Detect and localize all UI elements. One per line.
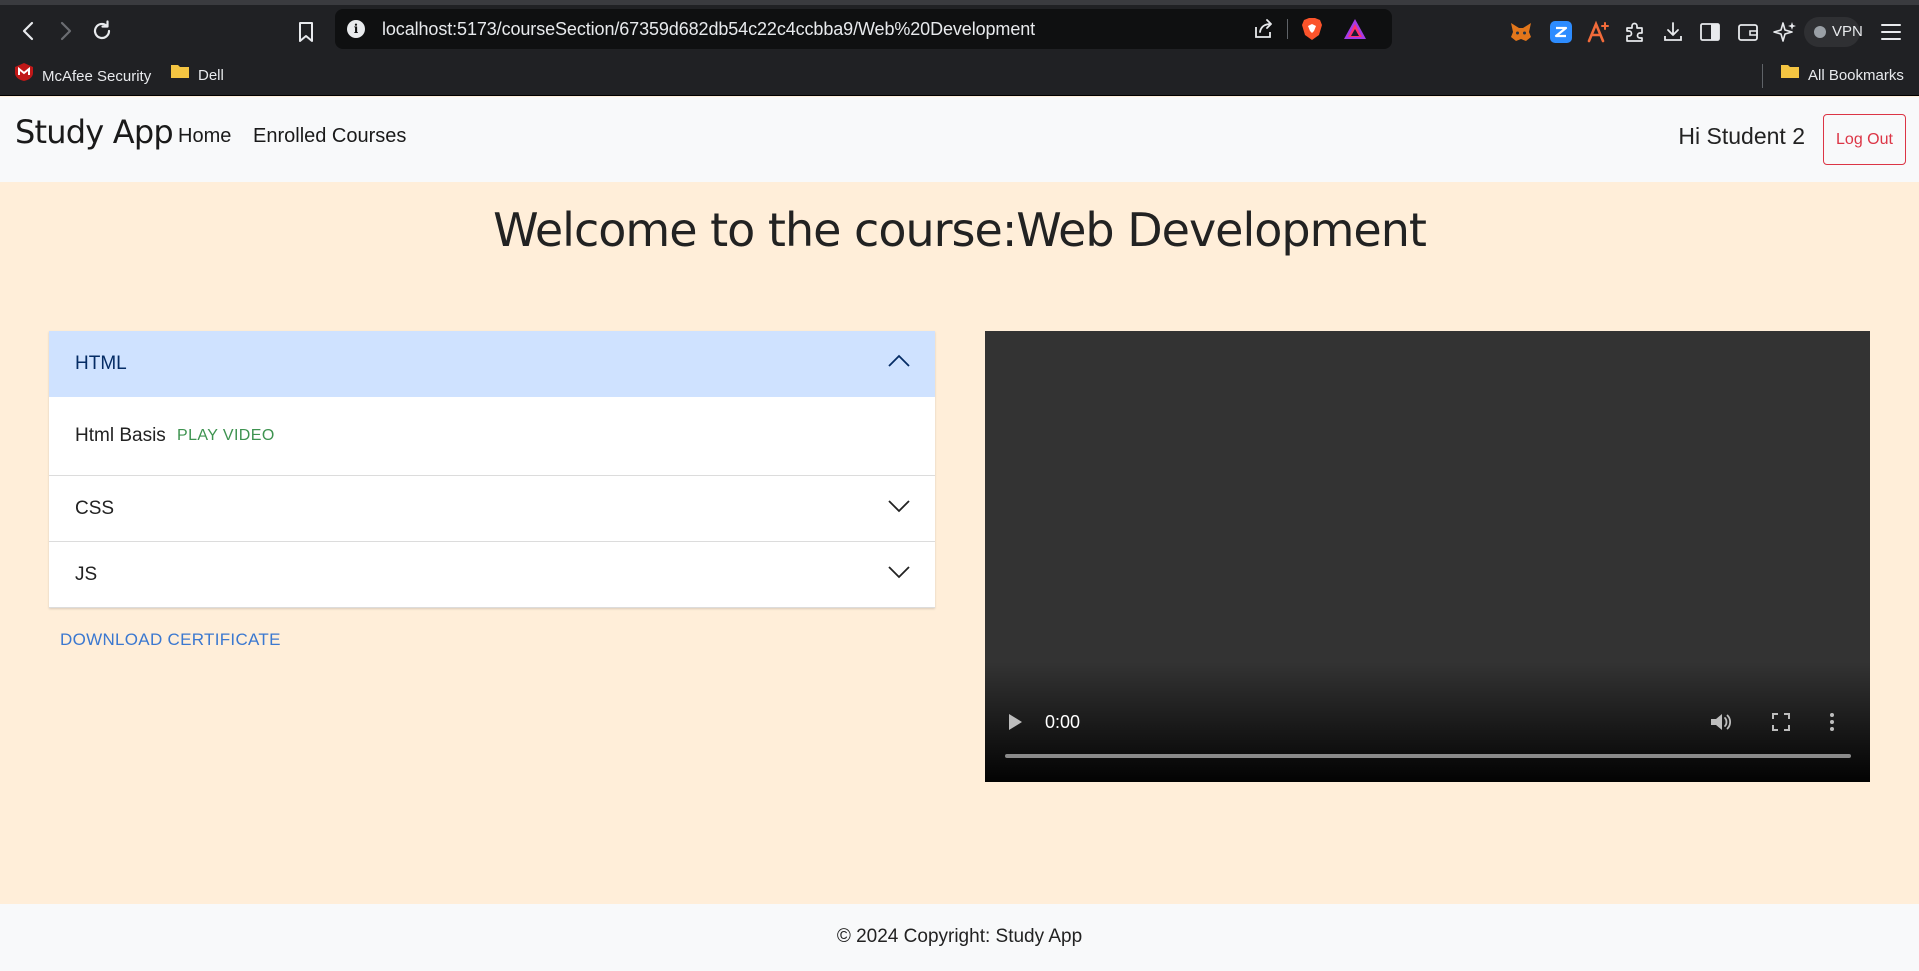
address-bar[interactable]: i localhost:5173/courseSection/67359d682…	[335, 9, 1392, 49]
section-html-header[interactable]: HTML	[49, 331, 935, 397]
chevron-down-icon	[888, 499, 910, 513]
brand-logo[interactable]: Study App	[15, 113, 174, 151]
zoom-extension-icon[interactable]	[1549, 20, 1573, 44]
bookmark-dell[interactable]: Dell	[170, 62, 224, 90]
video-controls-gradient	[985, 662, 1870, 782]
share-icon[interactable]	[1253, 18, 1275, 40]
logout-button[interactable]: Log Out	[1823, 114, 1906, 165]
folder-icon	[170, 62, 190, 90]
video-time: 0:00	[1045, 712, 1081, 732]
vpn-button[interactable]: VPN	[1804, 17, 1863, 47]
brave-shields-icon[interactable]	[1301, 17, 1323, 41]
vpn-label: VPN	[1832, 23, 1863, 40]
section-title: JS	[75, 564, 98, 585]
forward-icon[interactable]	[52, 18, 78, 44]
leo-ai-icon[interactable]	[1773, 20, 1797, 44]
site-info-icon[interactable]: i	[347, 20, 365, 38]
volume-icon[interactable]	[1709, 711, 1733, 733]
section-title: CSS	[75, 498, 115, 519]
hamburger-menu-icon[interactable]	[1880, 22, 1902, 42]
download-certificate-button[interactable]: DOWNLOAD CERTIFICATE	[60, 630, 281, 650]
section-js-header[interactable]: JS	[49, 542, 935, 608]
brave-rewards-icon[interactable]	[1343, 18, 1367, 40]
fullscreen-icon[interactable]	[1772, 713, 1790, 731]
reload-icon[interactable]	[89, 18, 115, 44]
folder-icon	[1780, 62, 1800, 90]
chevron-down-icon	[888, 565, 910, 579]
nav-enrolled-courses[interactable]: Enrolled Courses	[253, 125, 406, 148]
wallet-icon[interactable]	[1736, 20, 1760, 44]
divider	[1287, 19, 1288, 39]
bookmark-label: McAfee Security	[42, 67, 152, 85]
play-video-button[interactable]: PLAY VIDEO	[177, 427, 275, 445]
copyright-text: © 2024 Copyright: Study App	[836, 926, 1083, 947]
metamask-icon[interactable]	[1509, 20, 1533, 44]
page-title: Welcome to the course:Web Development	[493, 203, 1427, 257]
mcafee-icon	[14, 62, 34, 92]
lesson-name: Html Basis	[75, 425, 166, 446]
all-bookmarks-label: All Bookmarks	[1808, 67, 1904, 84]
footer: © 2024 Copyright: Study App	[0, 904, 1919, 971]
divider	[1762, 64, 1763, 88]
all-bookmarks[interactable]: All Bookmarks	[1780, 62, 1904, 90]
url-text[interactable]: localhost:5173/courseSection/67359d682db…	[382, 19, 1035, 40]
bookmark-mcafee[interactable]: McAfee Security	[14, 62, 151, 90]
course-sections-accordion: HTML Html Basis PLAY VIDEO CSS JS	[49, 331, 935, 608]
app-navbar: Study App Home Enrolled Courses Hi Stude…	[0, 97, 1919, 182]
nav-home[interactable]: Home	[178, 125, 231, 148]
section-css-header[interactable]: CSS	[49, 476, 935, 542]
extension-a-icon[interactable]	[1586, 20, 1610, 44]
user-greeting: Hi Student 2	[1678, 123, 1805, 149]
browser-toolbar: i localhost:5173/courseSection/67359d682…	[0, 0, 1919, 56]
download-icon[interactable]	[1661, 20, 1685, 44]
back-icon[interactable]	[16, 18, 42, 44]
play-icon[interactable]	[1007, 713, 1023, 731]
vpn-status-icon	[1814, 26, 1826, 38]
extensions-puzzle-icon[interactable]	[1623, 20, 1647, 44]
sidebar-icon[interactable]	[1698, 20, 1722, 44]
more-options-icon[interactable]	[1829, 712, 1835, 732]
section-title: HTML	[75, 353, 127, 374]
chevron-up-icon	[888, 354, 910, 368]
video-progress-bar[interactable]	[1005, 754, 1851, 758]
bookmarks-bar: McAfee Security Dell All Bookmarks	[0, 56, 1919, 96]
bookmark-icon[interactable]	[293, 19, 319, 45]
bookmark-label: Dell	[198, 67, 224, 84]
section-html-body: Html Basis PLAY VIDEO	[49, 397, 935, 476]
video-player[interactable]: 0:00	[985, 331, 1870, 782]
